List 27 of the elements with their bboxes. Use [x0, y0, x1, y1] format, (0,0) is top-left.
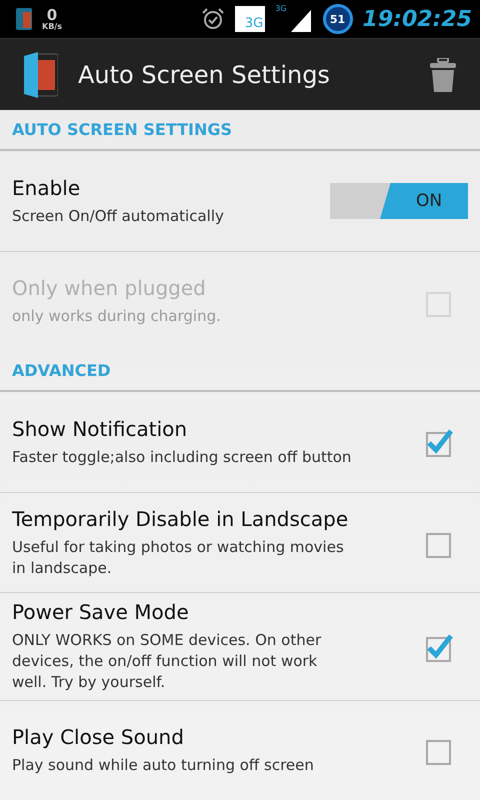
clock-time: 19:02:25 [362, 6, 472, 32]
trash-icon[interactable] [430, 58, 456, 92]
battery-badge: 51 [322, 4, 353, 34]
section-header: ADVANCED [12, 361, 111, 380]
setting-title: Enable [12, 176, 82, 200]
tablet-icon [16, 8, 32, 30]
data-rate-unit: KB/s [42, 22, 62, 30]
app-title: Auto Screen Settings [78, 60, 330, 88]
alarm-clock-icon [201, 7, 226, 31]
setting-summary: ONLY WORKS on SOME devices. On other devices, the on/off function will not work well. Try by yourself. [12, 630, 322, 694]
setting-summary: only works during charging. [12, 306, 222, 328]
setting-summary: Screen On/Off automatically [12, 206, 225, 227]
switch-thumb: ON [380, 183, 468, 220]
setting-summary: Play sound while auto turning off screen [12, 754, 315, 776]
data-rate: 0 [46, 8, 58, 22]
network-type: 3G [275, 4, 287, 13]
network-badge: 3G [235, 6, 266, 32]
setting-title: Play Close Sound [12, 724, 185, 749]
toggle-switch[interactable]: ON [330, 183, 468, 220]
setting-title: Show Notification [12, 416, 188, 441]
setting-title: Only when plugged [12, 276, 207, 300]
setting-summary: Faster toggle;also including screen off button [12, 446, 352, 468]
setting-summary: Useful for taking photos or watching movies in landscape. [12, 536, 345, 579]
setting-title: Temporarily Disable in Landscape [12, 506, 350, 531]
setting-title: Power Save Mode [12, 600, 190, 624]
tablet-icon [24, 52, 58, 98]
section-header: AUTO SCREEN SETTINGS [12, 120, 232, 140]
